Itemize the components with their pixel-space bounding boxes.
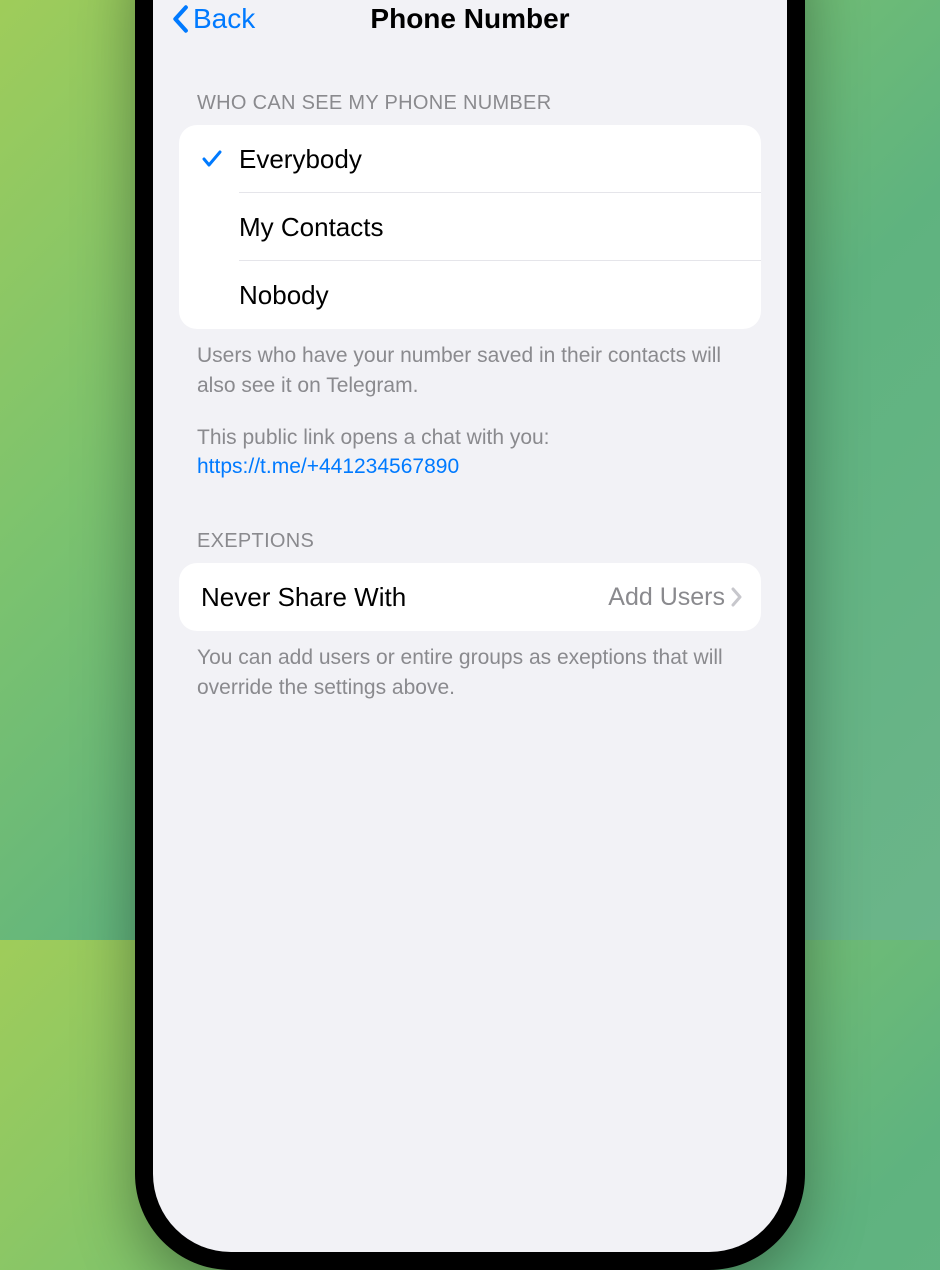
back-label: Back: [193, 3, 255, 35]
footer-text-1: Users who have your number saved in thei…: [197, 344, 721, 397]
public-link[interactable]: https://t.me/+441234567890: [197, 455, 459, 478]
exceptions-footer: You can add users or entire groups as ex…: [179, 631, 761, 703]
exceptions-header: EXEPTIONS: [179, 516, 761, 563]
chevron-right-icon: [731, 587, 743, 607]
nav-bar: Back Phone Number: [153, 0, 787, 54]
visibility-group: Everybody My Contacts Nobody: [179, 125, 761, 329]
option-label: My Contacts: [239, 212, 384, 243]
option-label: Everybody: [239, 144, 362, 175]
visibility-footer: Users who have your number saved in thei…: [179, 329, 761, 482]
back-button[interactable]: Back: [171, 3, 255, 35]
phone-frame: 9:41 Back Phone Number WHO CAN SEE MY PH…: [135, 0, 805, 1270]
exceptions-group: Never Share With Add Users: [179, 563, 761, 631]
checkmark-icon: [199, 146, 225, 172]
option-my-contacts[interactable]: My Contacts: [179, 193, 761, 261]
never-share-row[interactable]: Never Share With Add Users: [179, 563, 761, 631]
option-nobody[interactable]: Nobody: [179, 261, 761, 329]
option-everybody[interactable]: Everybody: [179, 125, 761, 193]
never-share-value: Add Users: [608, 583, 725, 612]
never-share-label: Never Share With: [201, 582, 406, 613]
screen: 9:41 Back Phone Number WHO CAN SEE MY PH…: [153, 0, 787, 1252]
option-label: Nobody: [239, 280, 329, 311]
page-title: Phone Number: [171, 3, 769, 35]
footer-text-2: This public link opens a chat with you:: [197, 426, 550, 449]
visibility-header: WHO CAN SEE MY PHONE NUMBER: [179, 78, 761, 125]
chevron-left-icon: [171, 5, 189, 33]
